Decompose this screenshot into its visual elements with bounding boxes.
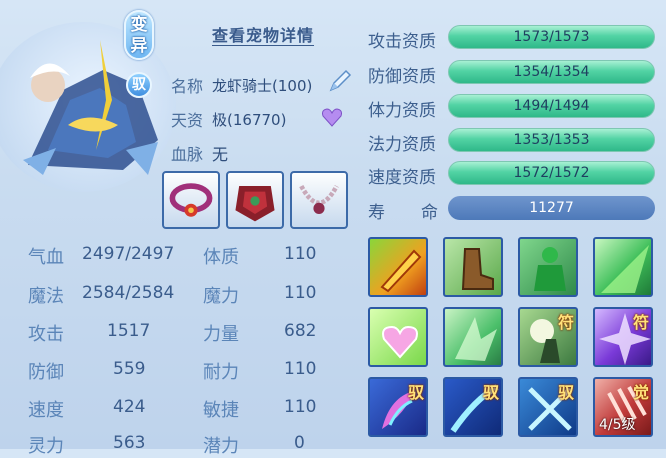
skill-slot-8[interactable]: 符 [593,307,653,367]
stat-label-mp: 魔法 [28,286,64,307]
equipment-slot-armor[interactable] [226,171,284,229]
aptitude-label-mana: 法力资质 [368,135,436,155]
stat-value-mp: 2584/2584 [82,283,175,303]
stat-label-magic: 魔力 [203,286,239,307]
skill-tag: 驭 [557,383,574,402]
stat-label-attack: 攻击 [28,324,64,345]
lifespan-label-1: 寿 [368,203,385,223]
bloodline-value: 无 [212,145,229,164]
skill-slot-7[interactable]: 符 [518,307,578,367]
stat-label-potential: 潜力 [203,436,239,457]
equipment-slot-collar[interactable] [162,171,220,229]
aptitude-bar-stamina: 1494/1494 [448,94,655,118]
blade-strike-icon [380,249,422,293]
stat-value-spirit: 563 [113,433,146,453]
lifespan-label-2: 命 [421,203,438,223]
skill-slot-5[interactable] [368,307,428,367]
aptitude-label-stamina: 体力资质 [368,101,436,121]
skill-slot-4[interactable] [593,237,653,297]
green-giant-icon [534,247,566,291]
talent-value: 极(16770) [212,111,287,129]
skill-tag: 符 [632,313,649,332]
skill-slot-2[interactable] [443,237,503,297]
stat-value-defense: 559 [113,359,146,379]
aptitude-label-speed: 速度资质 [368,168,436,188]
green-burst-icon [601,245,649,293]
stat-value-endurance: 110 [284,359,317,379]
boot-icon [461,248,494,290]
skill-slot-3[interactable] [518,237,578,297]
stat-label-speed: 速度 [28,400,64,421]
rename-pencil-icon[interactable] [327,68,353,94]
skill-tag: 觉 [632,383,649,402]
name-value: 龙虾骑士(100) [212,77,313,95]
equipment-slot-necklace[interactable] [290,171,348,229]
aptitude-bar-attack: 1573/1573 [448,25,655,49]
skill-level: 4/5级 [599,417,636,433]
stat-value-strength: 682 [284,321,317,341]
stat-value-attack: 1517 [107,321,151,341]
skill-slot-6[interactable] [443,307,503,367]
skill-tag: 符 [557,313,574,332]
aptitude-bar-defense: 1354/1354 [448,60,655,84]
skill-tag: 驭 [482,383,499,402]
talent-label: 天资 [171,111,204,130]
stat-label-defense: 防御 [28,362,64,383]
necklace-icon [299,184,339,214]
stat-value-hp: 2497/2497 [82,244,175,264]
rider-badge: 驭 [126,72,152,98]
stat-value-agility: 110 [284,397,317,417]
mutant-badge: 变异 [124,10,154,60]
aptitude-label-attack: 攻击资质 [368,32,436,52]
heart-shield-icon [382,325,418,359]
skill-slot-9[interactable]: 驭 [368,377,428,437]
stat-value-constitution: 110 [284,244,317,264]
lifespan-bar: 11277 [448,196,655,220]
collar-icon [169,183,213,217]
stat-value-magic: 110 [284,283,317,303]
stat-value-potential: 0 [294,433,305,453]
stat-label-strength: 力量 [203,324,239,345]
view-pet-details-link[interactable]: 查看宠物详情 [212,22,314,46]
green-shards-icon [455,317,497,361]
stat-label-constitution: 体质 [203,247,239,268]
skill-slot-1[interactable] [368,237,428,297]
skill-slot-11[interactable]: 驭 [518,377,578,437]
heart-icon[interactable] [321,106,343,128]
armor-icon [235,186,275,222]
stat-label-hp: 气血 [28,247,64,268]
skill-tag: 驭 [407,383,424,402]
aptitude-bar-mana: 1353/1353 [448,128,655,152]
skill-slot-10[interactable]: 驭 [443,377,503,437]
stat-label-spirit: 灵力 [28,436,64,457]
stat-label-agility: 敏捷 [203,400,239,421]
aptitude-bar-speed: 1572/1572 [448,161,655,185]
name-label: 名称 [171,77,204,96]
stat-value-speed: 424 [113,397,146,417]
stat-label-endurance: 耐力 [203,362,239,383]
aptitude-label-defense: 防御资质 [368,67,436,87]
skill-slot-12[interactable]: 觉 4/5级 [593,377,653,437]
bloodline-label: 血脉 [171,145,204,164]
